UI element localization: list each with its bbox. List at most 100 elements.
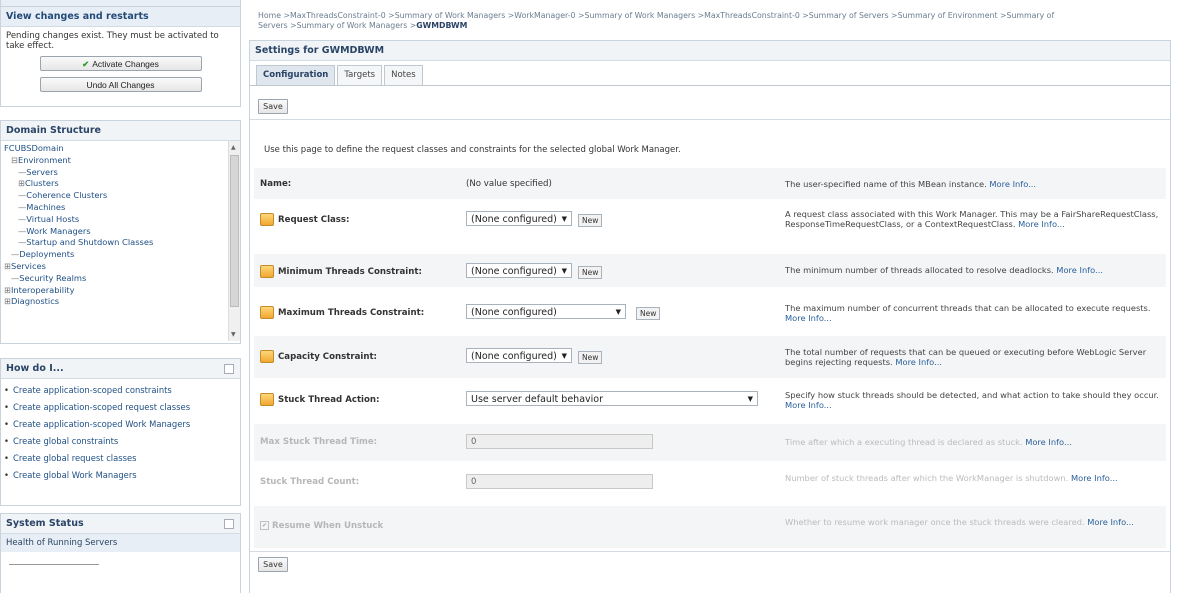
resume-checkbox[interactable]: ✔	[260, 521, 269, 530]
tree-scrollbar[interactable]: ▲ ▼	[228, 141, 240, 341]
how-do-i-list: Create application-scoped constraints Cre…	[1, 385, 240, 480]
stuck-count-more-info-link[interactable]: More Info...	[1071, 473, 1118, 483]
request-class-more-info-link[interactable]: More Info...	[1018, 219, 1065, 229]
tree-node-label[interactable]: Work Managers	[26, 226, 90, 236]
min-threads-select[interactable]: (None configured) ▼	[466, 263, 572, 278]
how-do-i-link[interactable]: Create global constraints	[4, 436, 240, 446]
row-name: Name: (No value specified) The user-spec…	[254, 168, 1166, 199]
tree-node[interactable]: ⊞Diagnostics	[4, 296, 153, 308]
max-stuck-time-description: Time after which a executing thread is d…	[785, 437, 1160, 447]
max-threads-more-info-link[interactable]: More Info...	[785, 313, 832, 323]
capacity-select[interactable]: (None configured) ▼	[466, 348, 572, 363]
configure-icon[interactable]	[260, 393, 274, 406]
tree-node-label[interactable]: Machines	[26, 202, 65, 212]
domain-structure-title: Domain Structure	[1, 121, 240, 141]
tree-node-label[interactable]: Environment	[18, 155, 71, 165]
save-button-bottom[interactable]: Save	[258, 557, 288, 572]
tree-node[interactable]: —Work Managers	[4, 226, 153, 238]
tree-node[interactable]: —Security Realms	[4, 273, 153, 285]
undo-all-changes-button[interactable]: Undo All Changes	[39, 77, 202, 92]
how-do-i-link[interactable]: Create global Work Managers	[4, 470, 240, 480]
stuck-count-input[interactable]: 0	[466, 474, 653, 489]
scroll-thumb[interactable]	[230, 155, 239, 307]
capacity-more-info-link[interactable]: More Info...	[895, 357, 942, 367]
stuck-action-select[interactable]: Use server default behavior ▼	[466, 391, 758, 406]
tree-node-label[interactable]: Security Realms	[19, 273, 86, 283]
save-button-top[interactable]: Save	[258, 99, 288, 114]
activate-changes-button[interactable]: ✔ Activate Changes	[39, 56, 202, 71]
stuck-action-description: Specify how stuck threads should be dete…	[785, 390, 1160, 411]
tab-configuration[interactable]: Configuration	[256, 65, 336, 85]
min-threads-selected: (None configured)	[471, 266, 557, 277]
expand-icon[interactable]: ⊞	[4, 285, 11, 295]
name-more-info-link[interactable]: More Info...	[989, 179, 1036, 189]
tree-node-label[interactable]: Deployments	[19, 249, 74, 259]
pending-changes-message: Pending changes exist. They must be acti…	[6, 31, 219, 51]
dropdown-arrow-icon: ▼	[615, 308, 621, 316]
resume-more-info-link[interactable]: More Info...	[1087, 517, 1134, 527]
request-class-desc-text: A request class associated with this Wor…	[785, 209, 1159, 230]
tree-node[interactable]: ⊞Services	[4, 261, 153, 273]
tab-targets[interactable]: Targets	[337, 65, 383, 85]
capacity-new-button[interactable]: New	[578, 351, 603, 364]
collapse-icon[interactable]	[224, 364, 234, 374]
breadcrumb-line-2[interactable]: Servers >Summary of Work Managers >	[258, 21, 416, 30]
configure-icon[interactable]	[260, 350, 274, 363]
max-threads-desc-text: The maximum number of concurrent threads…	[785, 303, 1151, 313]
tree-node-label[interactable]: Services	[11, 261, 46, 271]
tree-node-label[interactable]: Virtual Hosts	[26, 214, 79, 224]
expand-icon[interactable]: ⊞	[4, 261, 11, 271]
stuck-action-more-info-link[interactable]: More Info...	[785, 400, 832, 410]
page-intro: Use this page to define the request clas…	[264, 145, 681, 155]
tree-node-label[interactable]: Startup and Shutdown Classes	[26, 237, 153, 247]
expand-icon[interactable]: ⊞	[4, 296, 11, 306]
expand-icon[interactable]: ⊞	[18, 178, 25, 188]
scroll-down-icon[interactable]: ▼	[231, 331, 236, 338]
scroll-up-icon[interactable]: ▲	[231, 144, 236, 151]
max-stuck-time-more-info-link[interactable]: More Info...	[1025, 437, 1072, 447]
tree-node[interactable]: —Deployments	[4, 249, 153, 261]
tree-node[interactable]: ⊞Clusters	[4, 178, 153, 190]
max-threads-new-button[interactable]: New	[636, 307, 661, 320]
tree-node[interactable]: —Virtual Hosts	[4, 214, 153, 226]
change-center-panel: View changes and restarts Pending change…	[0, 6, 241, 107]
health-bar	[9, 564, 99, 567]
tree-node[interactable]: ⊟Environment	[4, 155, 153, 167]
tree-node-label[interactable]: Diagnostics	[11, 296, 59, 306]
tree-node-label[interactable]: Servers	[26, 167, 58, 177]
tab-notes[interactable]: Notes	[384, 65, 423, 85]
tree-node[interactable]: FCUBSDomain	[4, 143, 153, 155]
system-status-title: System Status	[1, 514, 240, 534]
max-stuck-time-input[interactable]: 0	[466, 434, 653, 449]
tree-node-label[interactable]: Clusters	[25, 178, 59, 188]
tree-node-label[interactable]: Coherence Clusters	[26, 190, 107, 200]
breadcrumb-line-1[interactable]: Home >MaxThreadsConstraint-0 >Summary of…	[258, 11, 1158, 21]
tree-node[interactable]: —Machines	[4, 202, 153, 214]
configure-icon[interactable]	[260, 306, 274, 319]
min-threads-new-button[interactable]: New	[578, 266, 603, 279]
row-stuck-thread-action: Stuck Thread Action: Use server default …	[254, 380, 1166, 422]
tree-node[interactable]: —Servers	[4, 167, 153, 179]
max-threads-select[interactable]: (None configured) ▼	[466, 304, 626, 319]
how-do-i-link[interactable]: Create application-scoped Work Managers	[4, 419, 240, 429]
collapse-icon[interactable]: ⊟	[11, 155, 18, 165]
resume-desc-text: Whether to resume work manager once the …	[785, 517, 1085, 527]
tree-node[interactable]: —Startup and Shutdown Classes	[4, 237, 153, 249]
row-max-threads: Maximum Threads Constraint: (None config…	[254, 294, 1166, 332]
stuck-count-desc-text: Number of stuck threads after which the …	[785, 473, 1069, 483]
tree-node[interactable]: —Coherence Clusters	[4, 190, 153, 202]
stuck-action-selected: Use server default behavior	[471, 394, 604, 405]
min-threads-more-info-link[interactable]: More Info...	[1056, 265, 1103, 275]
how-do-i-link[interactable]: Create application-scoped constraints	[4, 385, 240, 395]
tree-node[interactable]: ⊞Interoperability	[4, 285, 153, 297]
tree-node-label[interactable]: FCUBSDomain	[4, 143, 64, 153]
configure-icon[interactable]	[260, 213, 274, 226]
request-class-select[interactable]: (None configured) ▼	[466, 211, 572, 226]
how-do-i-link[interactable]: Create global request classes	[4, 453, 240, 463]
how-do-i-link[interactable]: Create application-scoped request classe…	[4, 402, 240, 412]
request-class-new-button[interactable]: New	[578, 214, 603, 227]
row-capacity: Capacity Constraint: (None configured) ▼ …	[254, 336, 1166, 378]
configure-icon[interactable]	[260, 265, 274, 278]
collapse-icon[interactable]	[224, 519, 234, 529]
tree-node-label[interactable]: Interoperability	[11, 285, 75, 295]
